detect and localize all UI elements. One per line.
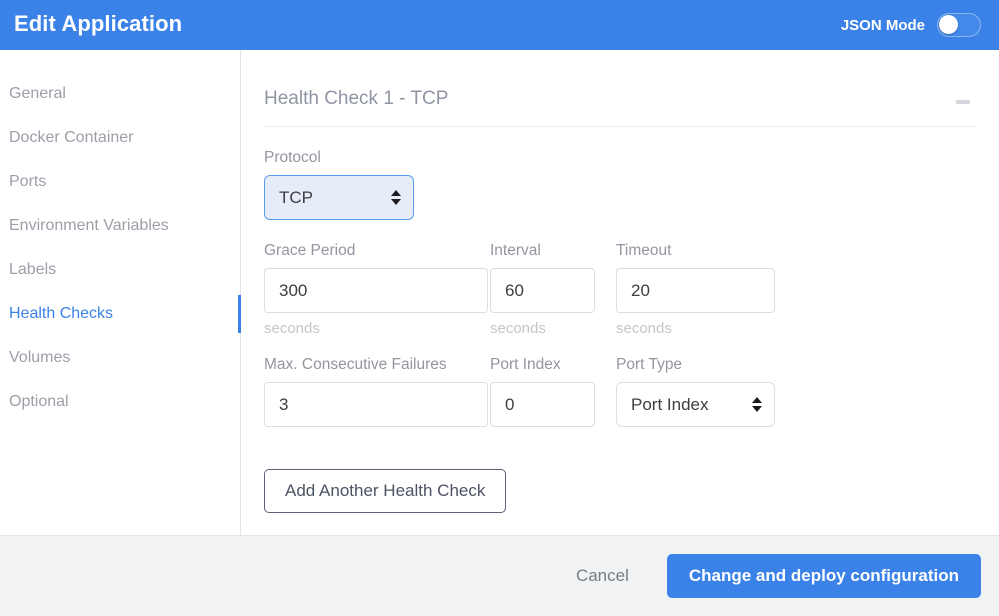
timeout-value: 20 <box>631 280 650 300</box>
sidebar-item-ports[interactable]: Ports <box>0 160 240 204</box>
section-title: Health Check 1 - TCP <box>264 88 449 109</box>
sidebar-item-label: Volumes <box>9 349 71 366</box>
sidebar-item-label: General <box>9 85 66 102</box>
health-checks-panel: Health Check 1 - TCP Protocol TCP Grace … <box>242 50 999 535</box>
change-and-deploy-configuration-button[interactable]: Change and deploy configuration <box>666 554 981 598</box>
interval-input[interactable]: 60 <box>490 268 595 313</box>
chevron-down-icon <box>391 199 401 205</box>
cancel-button[interactable]: Cancel <box>570 565 635 587</box>
sidebar-item-health-checks[interactable]: Health Checks <box>0 292 241 336</box>
port-type-field-group: Port Type Port Index <box>616 356 786 427</box>
sidebar-item-docker-container[interactable]: Docker Container <box>0 116 240 160</box>
dialog-footer: Cancel Change and deploy configuration <box>0 535 999 616</box>
sidebar-item-general[interactable]: General <box>0 72 240 116</box>
header-actions: JSON Mode <box>841 13 981 37</box>
page-title: Edit Application <box>14 11 183 36</box>
grace-period-input[interactable]: 300 <box>264 268 488 313</box>
max-failures-field-group: Max. Consecutive Failures 3 <box>264 356 490 427</box>
port-type-value: Port Index <box>631 394 709 414</box>
interval-helper: seconds <box>490 320 546 337</box>
port-index-input[interactable]: 0 <box>490 382 595 427</box>
sidebar-item-environment-variables[interactable]: Environment Variables <box>0 204 240 248</box>
sidebar-item-volumes[interactable]: Volumes <box>0 336 240 380</box>
interval-field-group: Interval 60 seconds <box>490 242 616 337</box>
grace-period-value: 300 <box>279 280 308 300</box>
toggle-knob <box>939 15 958 34</box>
chevron-up-icon <box>391 190 401 196</box>
add-health-check-row: Add Another Health Check <box>264 469 977 513</box>
sidebar: General Docker Container Ports Environme… <box>0 50 241 535</box>
minus-icon[interactable] <box>956 100 970 104</box>
port-index-field-group: Port Index 0 <box>490 356 616 427</box>
protocol-value: TCP <box>279 187 313 207</box>
interval-label: Interval <box>490 242 541 259</box>
stepper-icon <box>391 190 401 205</box>
port-type-label: Port Type <box>616 356 683 373</box>
sidebar-item-label: Health Checks <box>9 305 114 322</box>
port-index-value: 0 <box>505 394 515 414</box>
sidebar-item-labels[interactable]: Labels <box>0 248 240 292</box>
timeout-helper: seconds <box>616 320 672 337</box>
max-failures-input[interactable]: 3 <box>264 382 488 427</box>
sidebar-item-label: Ports <box>9 173 47 190</box>
sidebar-item-label: Environment Variables <box>9 217 169 234</box>
protocol-field-group: Protocol TCP <box>264 149 977 220</box>
dialog-header: Edit Application JSON Mode <box>0 0 999 50</box>
port-index-label: Port Index <box>490 356 561 373</box>
timeout-field-group: Timeout 20 seconds <box>616 242 786 337</box>
sidebar-item-label: Optional <box>9 393 69 410</box>
port-field-row: Max. Consecutive Failures 3 Port Index 0… <box>264 356 977 427</box>
interval-value: 60 <box>505 280 524 300</box>
chevron-up-icon <box>752 397 762 403</box>
protocol-label: Protocol <box>264 149 321 166</box>
sidebar-item-optional[interactable]: Optional <box>0 380 240 424</box>
json-mode-label: JSON Mode <box>840 16 925 34</box>
dialog-body: General Docker Container Ports Environme… <box>0 50 999 535</box>
json-mode-toggle[interactable] <box>937 13 981 37</box>
port-type-select[interactable]: Port Index <box>616 382 775 427</box>
health-check-section-header: Health Check 1 - TCP <box>264 88 977 127</box>
add-another-health-check-button[interactable]: Add Another Health Check <box>264 469 507 513</box>
max-failures-value: 3 <box>279 394 289 414</box>
timeout-label: Timeout <box>616 242 672 259</box>
timing-field-row: Grace Period 300 seconds Interval 60 sec… <box>264 242 977 337</box>
stepper-icon <box>752 397 762 412</box>
grace-period-helper: seconds <box>264 320 320 337</box>
protocol-select[interactable]: TCP <box>264 175 414 220</box>
chevron-down-icon <box>752 406 762 412</box>
grace-period-label: Grace Period <box>264 242 356 259</box>
sidebar-item-label: Docker Container <box>9 129 134 146</box>
grace-period-field-group: Grace Period 300 seconds <box>264 242 490 337</box>
timeout-input[interactable]: 20 <box>616 268 775 313</box>
max-failures-label: Max. Consecutive Failures <box>264 356 447 373</box>
edit-application-dialog: Edit Application JSON Mode General Docke… <box>0 0 999 616</box>
sidebar-item-label: Labels <box>9 261 57 278</box>
